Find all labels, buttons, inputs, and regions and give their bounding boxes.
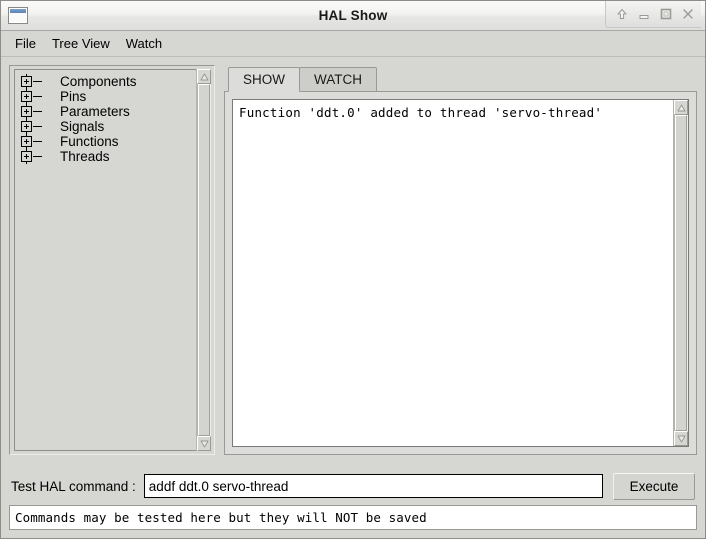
tree-item-signals[interactable]: Signals xyxy=(15,119,196,134)
close-icon xyxy=(681,7,695,21)
status-text: Commands may be tested here but they wil… xyxy=(15,510,427,525)
tree-item-functions[interactable]: Functions xyxy=(15,134,196,149)
command-bar: Test HAL command : Execute xyxy=(1,467,705,505)
show-text-line: Function 'ddt.0' added to thread 'servo-… xyxy=(239,105,667,120)
scrollbar-trough[interactable] xyxy=(197,84,211,436)
expander-cell xyxy=(20,149,60,164)
tree-stem xyxy=(33,126,42,127)
plus-icon[interactable] xyxy=(21,91,32,102)
show-textview[interactable]: Function 'ddt.0' added to thread 'servo-… xyxy=(233,100,673,446)
execute-button[interactable]: Execute xyxy=(613,473,695,500)
window-title: HAL Show xyxy=(1,8,705,23)
tree-item-pins[interactable]: Pins xyxy=(15,89,196,104)
titlebar-buttons xyxy=(605,1,701,28)
tree-item-parameters[interactable]: Parameters xyxy=(15,104,196,119)
shade-button[interactable] xyxy=(612,4,632,24)
tree-item-threads[interactable]: Threads xyxy=(15,149,196,164)
expander-cell xyxy=(20,119,60,134)
tree-item-components[interactable]: Components xyxy=(15,74,196,89)
minimize-icon xyxy=(637,7,651,21)
plus-icon[interactable] xyxy=(21,121,32,132)
scroll-down-arrow-icon xyxy=(677,435,686,443)
menu-item-tree-view[interactable]: Tree View xyxy=(44,33,118,54)
plus-icon[interactable] xyxy=(21,136,32,147)
tree-stem xyxy=(33,96,42,97)
maximize-icon xyxy=(659,7,673,21)
tab-watch[interactable]: WATCH xyxy=(299,67,377,91)
expander-cell xyxy=(20,89,60,104)
expander-cell xyxy=(20,134,60,149)
notebook-body: Function 'ddt.0' added to thread 'servo-… xyxy=(224,91,697,455)
minimize-button[interactable] xyxy=(634,4,654,24)
tree-vertical-scrollbar[interactable] xyxy=(196,69,211,451)
expander-cell xyxy=(20,74,60,89)
show-textview-frame: Function 'ddt.0' added to thread 'servo-… xyxy=(232,99,689,447)
command-input[interactable] xyxy=(144,474,603,498)
menu-item-watch[interactable]: Watch xyxy=(118,33,170,54)
maximize-button[interactable] xyxy=(656,4,676,24)
window-icon xyxy=(8,7,28,24)
command-label: Test HAL command : xyxy=(11,479,136,494)
scroll-down-button[interactable] xyxy=(197,436,211,451)
titlebar: HAL Show xyxy=(1,1,705,31)
scroll-up-arrow-icon xyxy=(200,73,209,81)
tree-item-label: Signals xyxy=(60,119,196,134)
scroll-up-button[interactable] xyxy=(197,69,211,84)
tree-item-label: Threads xyxy=(60,149,196,164)
notebook-pane: SHOW WATCH Function 'ddt.0' added to thr… xyxy=(224,65,697,455)
scroll-up-button[interactable] xyxy=(674,100,688,115)
tree-item-label: Components xyxy=(60,74,196,89)
scroll-up-arrow-icon xyxy=(677,104,686,112)
show-vertical-scrollbar[interactable] xyxy=(673,100,688,446)
tree-stem xyxy=(33,156,42,157)
hal-tree[interactable]: Components Pins Pa xyxy=(14,69,196,451)
expander-cell xyxy=(20,104,60,119)
scroll-down-arrow-icon xyxy=(200,440,209,448)
tab-show[interactable]: SHOW xyxy=(228,67,300,92)
tree-item-label: Parameters xyxy=(60,104,196,119)
scrollbar-trough[interactable] xyxy=(674,115,688,431)
plus-icon[interactable] xyxy=(21,106,32,117)
plus-icon[interactable] xyxy=(21,76,32,87)
notebook-tabstrip: SHOW WATCH xyxy=(224,65,697,91)
tree-stem xyxy=(33,81,42,82)
tree-list: Components Pins Pa xyxy=(15,70,196,164)
tree-item-label: Functions xyxy=(60,134,196,149)
tree-pane: Components Pins Pa xyxy=(9,65,215,455)
menubar: File Tree View Watch xyxy=(1,31,705,57)
tree-item-label: Pins xyxy=(60,89,196,104)
menu-item-file[interactable]: File xyxy=(7,33,44,54)
hal-show-window: HAL Show xyxy=(0,0,706,539)
scrollbar-thumb[interactable] xyxy=(675,115,687,431)
close-button[interactable] xyxy=(678,4,698,24)
tree-stem xyxy=(33,111,42,112)
scrollbar-thumb[interactable] xyxy=(198,84,210,436)
scroll-down-button[interactable] xyxy=(674,431,688,446)
status-bar: Commands may be tested here but they wil… xyxy=(9,505,697,530)
main-content: Components Pins Pa xyxy=(1,57,705,467)
plus-icon[interactable] xyxy=(21,151,32,162)
up-arrow-icon xyxy=(615,7,629,21)
tree-stem xyxy=(33,141,42,142)
